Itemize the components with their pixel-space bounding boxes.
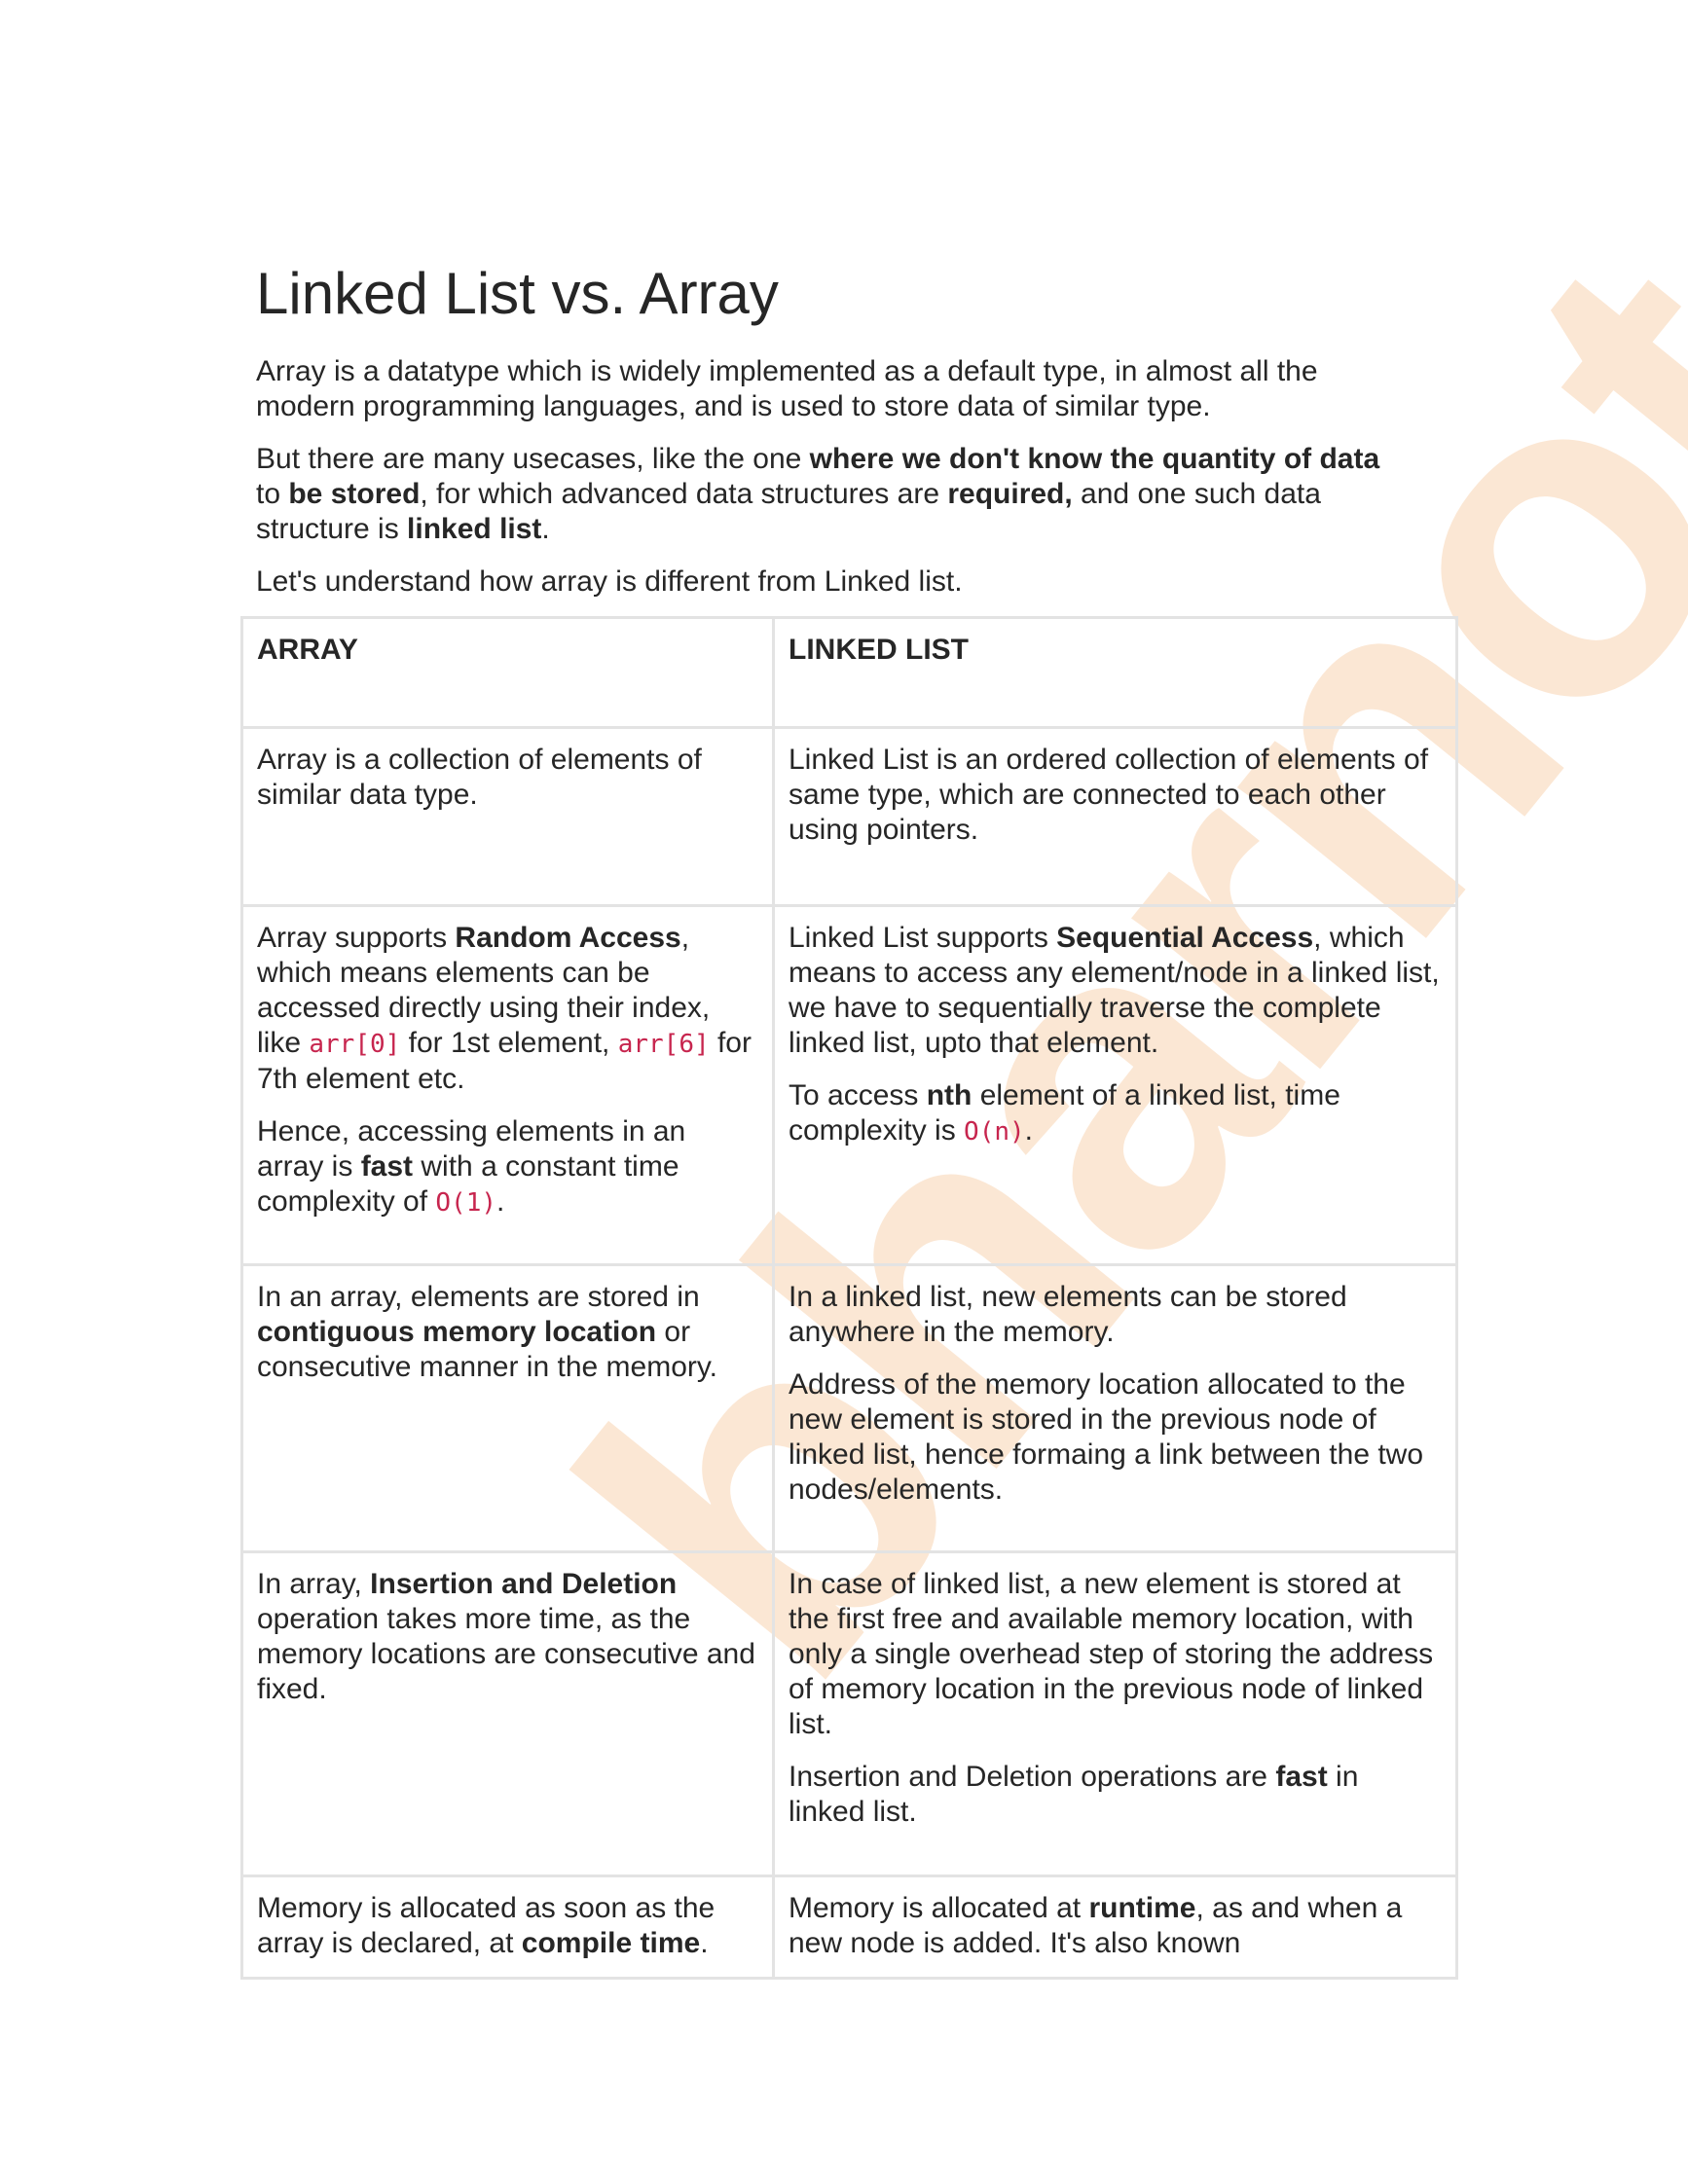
linked-list-cell: Linked List supports Sequential Access, … [772,904,1458,1266]
text-run: Array supports [257,922,456,954]
table-row: Memory is allocated as soon as the array… [240,1875,1458,1980]
linked-list-cell: In case of linked list, a new element is… [772,1550,1458,1877]
bold-run: nth [926,1079,972,1111]
text-run: In array, [257,1568,371,1600]
bold-run: be stored [288,478,421,510]
code-snippet: O(n) [964,1117,1025,1147]
text-run: operation takes more time, as the memory… [257,1603,755,1705]
bold-run: runtime [1088,1892,1196,1924]
text-run: Insertion and Deletion operations are [789,1761,1276,1793]
linked-list-cell: Memory is allocated at runtime, as and w… [772,1875,1458,1980]
text-run: To access [789,1079,927,1111]
cell-text: Memory is allocated at runtime, as and w… [789,1891,1442,1961]
page-title: Linked List vs. Array [256,261,779,326]
intro-paragraph-1: Array is a datatype which is widely impl… [256,355,1318,422]
bold-run: linked list [407,513,542,545]
text-run: But there are many usecases, like the on… [256,443,810,475]
cell-text: In an array, elements are stored in cont… [257,1280,758,1385]
array-cell: Memory is allocated as soon as the array… [240,1875,775,1980]
bold-run: compile time [521,1927,701,1959]
cell-text: Hence, accessing elements in an array is… [257,1114,758,1220]
header-linked-list: LINKED LIST [772,616,1458,729]
bold-run: Sequential Access [1056,922,1314,954]
array-cell: In array, Insertion and Deletion operati… [240,1550,775,1877]
cell-text: Array is a collection of elements of sim… [257,744,702,811]
document-page: bharnotes Linked List vs. Array Array is… [0,0,1688,2184]
text-run: to [256,478,289,510]
text-run: In an array, elements are stored in [257,1281,700,1313]
array-cell: In an array, elements are stored in cont… [240,1263,775,1553]
table-row: In array, Insertion and Deletion operati… [240,1550,1458,1877]
cell-text: Linked List supports Sequential Access, … [789,921,1442,1061]
bold-run: Insertion and Deletion [370,1568,678,1600]
table-row: Array is a collection of elements of sim… [240,726,1458,907]
table-header-row: ARRAY LINKED LIST [240,616,1458,729]
cell-text: Array supports Random Access, which mean… [257,921,758,1097]
text-run: . [1024,1114,1034,1147]
text-run: . [700,1927,709,1959]
bold-run: required, [947,478,1073,510]
text-run: . [541,513,550,545]
text-run: Linked List supports [789,922,1057,954]
array-cell: Array is a collection of elements of sim… [240,726,775,907]
code-snippet: arr[6] [617,1030,710,1059]
code-snippet: O(1) [435,1188,497,1218]
content: Linked List vs. Array Array is a datatyp… [256,255,1453,617]
comparison-table: ARRAY LINKED LIST Array is a collection … [240,616,1458,1980]
linked-list-cell: In a linked list, new elements can be st… [772,1263,1458,1553]
cell-text: Linked List is an ordered collection of … [789,744,1429,846]
table-row: Array supports Random Access, which mean… [240,904,1458,1266]
cell-text: To access nth element of a linked list, … [789,1078,1442,1149]
code-snippet: arr[0] [309,1030,401,1059]
intro-paragraph-2: But there are many usecases, like the on… [256,442,1405,547]
intro-paragraph-3: Let's understand how array is different … [256,565,963,598]
text-run: , for which advanced data structures are [420,478,948,510]
header-array: ARRAY [240,616,775,729]
cell-text: In array, Insertion and Deletion operati… [257,1567,758,1707]
text-run: Memory is allocated at [789,1892,1089,1924]
cell-text: In a linked list, new elements can be st… [789,1281,1347,1348]
bold-run: fast [360,1150,414,1183]
cell-text: Memory is allocated as soon as the array… [257,1891,758,1961]
table-row: In an array, elements are stored in cont… [240,1263,1458,1553]
bold-run: where we don't know the quantity of data [809,443,1380,475]
text-run: for 1st element, [400,1027,618,1059]
array-cell: Array supports Random Access, which mean… [240,904,775,1266]
bold-run: contiguous memory location [257,1316,657,1348]
cell-text: Address of the memory location allocated… [789,1368,1424,1506]
cell-text: Insertion and Deletion operations are fa… [789,1760,1442,1830]
bold-run: fast [1275,1761,1328,1793]
text-run: . [496,1185,505,1218]
bold-run: Random Access [455,922,681,954]
linked-list-cell: Linked List is an ordered collection of … [772,726,1458,907]
cell-text: In case of linked list, a new element is… [789,1568,1434,1740]
